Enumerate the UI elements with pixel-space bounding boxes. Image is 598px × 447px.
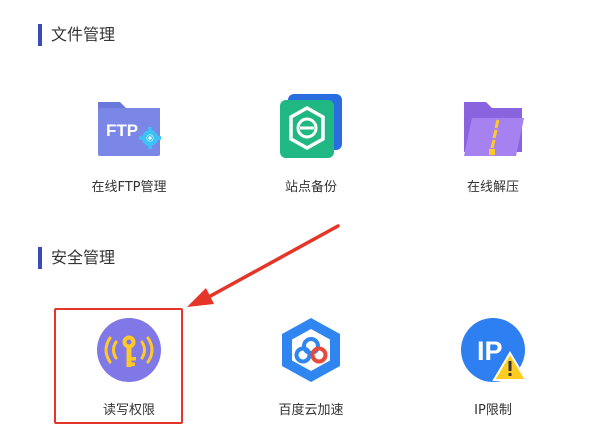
tile-site-backup[interactable]: 站点备份: [236, 94, 386, 224]
tile-ip-restriction[interactable]: IP IP限制: [418, 317, 568, 447]
tile-online-unzip[interactable]: 在线解压: [418, 94, 568, 224]
svg-text:FTP: FTP: [106, 121, 138, 140]
tile-label: 读写权限: [102, 403, 155, 418]
tile-label: IP限制: [474, 403, 512, 418]
svg-text:IP: IP: [477, 336, 503, 366]
zip-folder-icon: [464, 102, 524, 156]
section-title-file-management: 文件管理: [38, 24, 115, 46]
key-signal-icon: [97, 318, 161, 382]
tile-online-ftp[interactable]: FTP 在线FTP管理: [54, 94, 204, 224]
baidu-cloud-icon: [282, 318, 340, 382]
ip-warning-icon: IP: [461, 318, 526, 382]
tile-read-write-permissions[interactable]: 读写权限: [54, 317, 204, 447]
tile-label: 站点备份: [284, 180, 337, 195]
tile-label: 百度云加速: [278, 403, 344, 418]
tile-label: 在线解压: [466, 180, 519, 195]
site-backup-icon: [280, 94, 342, 158]
ftp-folder-icon: FTP: [98, 102, 161, 156]
section-title-security-management: 安全管理: [38, 247, 115, 269]
tile-label: 在线FTP管理: [91, 180, 167, 195]
tile-baidu-cloud-acceleration[interactable]: 百度云加速: [236, 317, 386, 447]
